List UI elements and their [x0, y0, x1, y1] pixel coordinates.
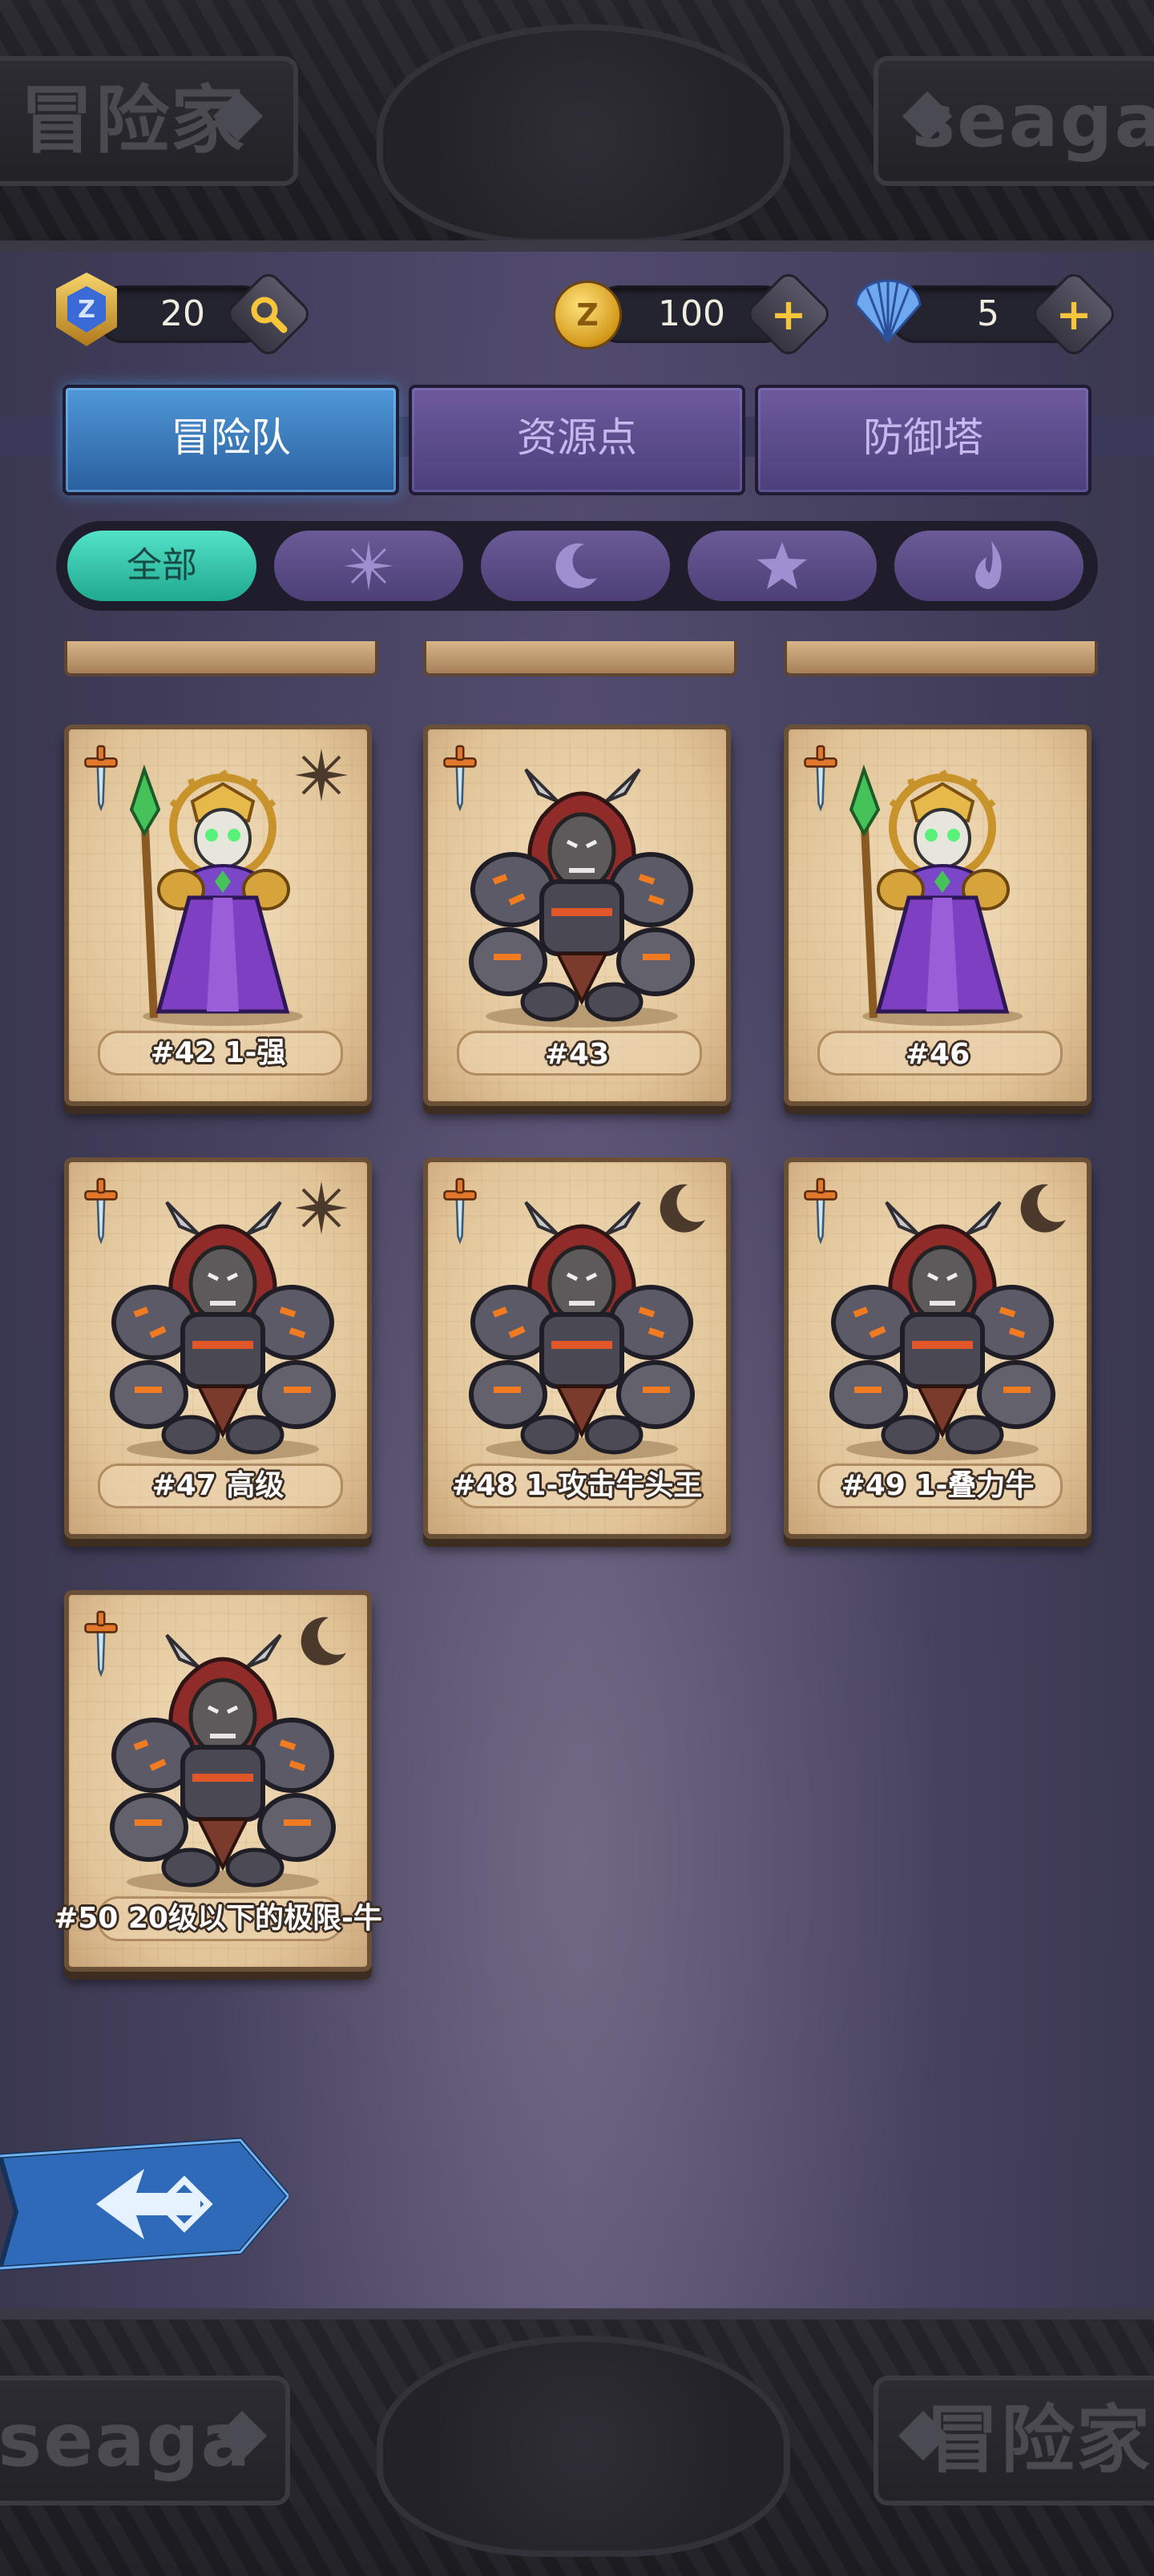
filter-flame[interactable]: [894, 531, 1083, 601]
moon-icon: [1020, 1184, 1066, 1233]
hero-card[interactable]: #46: [784, 725, 1091, 1106]
skeleton-priest-portrait: [822, 761, 1063, 1034]
hero-name: #48 1-攻击牛头王: [451, 1469, 703, 1502]
sparkle-icon: [344, 541, 393, 591]
sword-icon: [804, 1177, 837, 1243]
hero-name: #50 20级以下的极限-牛: [54, 1902, 382, 1935]
gold-value: 100: [658, 293, 725, 334]
tab-resource-points[interactable]: 资源点: [409, 385, 745, 495]
sword-icon: [84, 745, 118, 810]
card-partial[interactable]: [784, 641, 1098, 676]
minotaur-portrait: [462, 761, 702, 1034]
bottom-banner: seaga 冒险家: [0, 2308, 1154, 2576]
hero-card[interactable]: #43: [423, 725, 731, 1106]
top-banner: 冒险家 seaga: [0, 0, 1154, 252]
shell-value: 5: [977, 293, 999, 334]
card-partial[interactable]: [64, 641, 378, 676]
hero-card[interactable]: #49 1-叠力牛: [784, 1157, 1091, 1539]
level-value: 20: [160, 293, 205, 334]
sword-icon: [443, 745, 477, 810]
sparkle-icon: [293, 1180, 349, 1236]
filter-all[interactable]: 全部: [67, 531, 256, 601]
shell-icon: [851, 277, 925, 346]
hero-card[interactable]: #47 高级: [64, 1157, 372, 1539]
back-arrow-icon: [0, 2137, 292, 2271]
hero-card[interactable]: #48 1-攻击牛头王: [423, 1157, 731, 1539]
filter-moon[interactable]: [481, 531, 670, 601]
hero-card[interactable]: #42 1-强: [64, 725, 372, 1106]
hero-name: #47 高级: [151, 1469, 284, 1502]
hero-name: #42 1-强: [150, 1036, 286, 1069]
emblem-ornament: [377, 24, 790, 240]
flame-icon: [975, 541, 1002, 589]
hero-card[interactable]: #50 20级以下的极限-牛: [54, 1590, 382, 1972]
sword-icon: [84, 1177, 118, 1243]
tab-adventure-team[interactable]: 冒险队: [63, 385, 399, 495]
moon-icon: [301, 1617, 346, 1666]
star-icon: [757, 542, 807, 589]
sword-icon: [804, 745, 837, 810]
filter-star[interactable]: [688, 531, 877, 601]
card-partial[interactable]: [423, 641, 737, 676]
search-icon: [239, 285, 298, 344]
moon-icon: [555, 543, 597, 588]
filter-sparkle[interactable]: [274, 531, 463, 601]
sword-icon: [84, 1610, 118, 1676]
moon-icon: [660, 1184, 705, 1233]
sword-icon: [443, 1177, 477, 1243]
gold-coin-icon: Z: [553, 281, 622, 349]
emblem-ornament: [377, 2336, 790, 2557]
sparkle-icon: [293, 747, 349, 803]
filter-row: 全部: [56, 521, 1098, 611]
back-button[interactable]: [0, 2132, 292, 2276]
plus-icon: +: [1055, 289, 1092, 340]
tab-defense-tower[interactable]: 防御塔: [755, 385, 1091, 495]
hero-name: #49 1-叠力牛: [841, 1469, 1035, 1502]
hero-name: #43: [544, 1038, 610, 1071]
hero-name: #46: [905, 1038, 970, 1071]
plus-icon: +: [770, 289, 807, 340]
